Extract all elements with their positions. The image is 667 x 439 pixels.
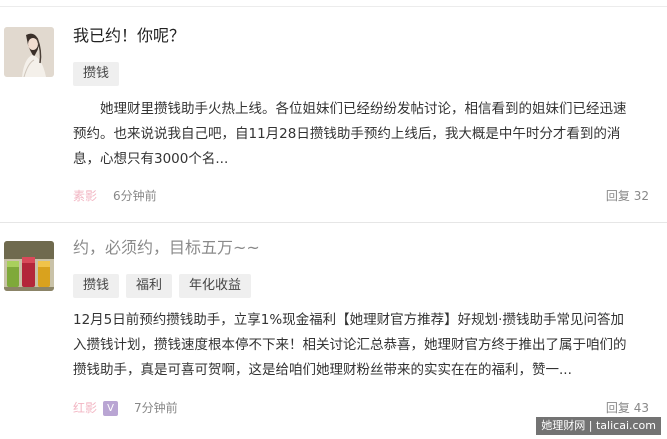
tag-list: 攒钱 福利 年化收益 <box>73 274 252 298</box>
post-title[interactable]: 我已约！你呢？ <box>73 25 185 47</box>
excerpt-line: 她理财里攒钱助手火热上线。各位姐妹们已经纷纷发帖讨论，相信看到的姐妹们已经迅速 <box>73 101 627 117</box>
post-card: 我已约！你呢？ 攒钱 她理财里攒钱助手火热上线。各位姐妹们已经纷纷发帖讨论，相信… <box>0 0 667 222</box>
author-name[interactable]: 红影 <box>73 399 97 417</box>
excerpt-line: 预约。也来说说我自己吧，自11月28日攒钱助手预约上线后，我大概是中午时分才看到… <box>73 126 621 142</box>
post-card: 约，必须约，目标五万~~ 攒钱 福利 年化收益 12月5日前预约攒钱助手，立享1… <box>0 223 667 439</box>
tag-list: 攒钱 <box>73 62 120 86</box>
excerpt-line: 息，心想只有3000个名... <box>73 151 229 167</box>
drinks-avatar-icon <box>4 241 54 291</box>
post-excerpt[interactable]: 她理财里攒钱助手火热上线。各位姐妹们已经纷纷发帖讨论，相信看到的姐妹们已经迅速 … <box>73 97 651 172</box>
reply-count[interactable]: 回复 43 <box>606 399 649 417</box>
reply-count[interactable]: 回复 32 <box>606 187 649 205</box>
post-meta: 红影 V 7分钟前 <box>73 399 178 417</box>
excerpt-line: 攒钱助手，真是可喜可贺啊，这是给咱们她理财粉丝带来的实实在在的福利，赞一... <box>73 362 572 378</box>
site-watermark: 她理财网 | talicai.com <box>536 417 661 435</box>
post-time: 7分钟前 <box>134 401 178 415</box>
tag[interactable]: 福利 <box>126 274 173 298</box>
excerpt-line: 12月5日前预约攒钱助手，立享1%现金福利【她理财官方推荐】好规划·攒钱助手常见… <box>73 312 624 328</box>
verified-badge-icon: V <box>103 400 119 416</box>
avatar[interactable] <box>4 241 54 291</box>
avatar[interactable] <box>4 27 54 77</box>
post-title[interactable]: 约，必须约，目标五万~~ <box>73 237 260 259</box>
tag[interactable]: 攒钱 <box>73 274 120 298</box>
excerpt-line: 入攒钱计划，攒钱速度根本停不下来！相关讨论汇总恭喜，她理财官方终于推出了属于咱们… <box>73 337 627 353</box>
author-name[interactable]: 素影 <box>73 187 97 205</box>
woman-portrait-avatar-icon <box>4 27 54 77</box>
tag[interactable]: 攒钱 <box>73 62 120 86</box>
post-time: 6分钟前 <box>113 189 157 203</box>
tag[interactable]: 年化收益 <box>179 274 252 298</box>
post-meta: 素影 6分钟前 <box>73 187 157 205</box>
post-excerpt[interactable]: 12月5日前预约攒钱助手，立享1%现金福利【她理财官方推荐】好规划·攒钱助手常见… <box>73 308 651 383</box>
